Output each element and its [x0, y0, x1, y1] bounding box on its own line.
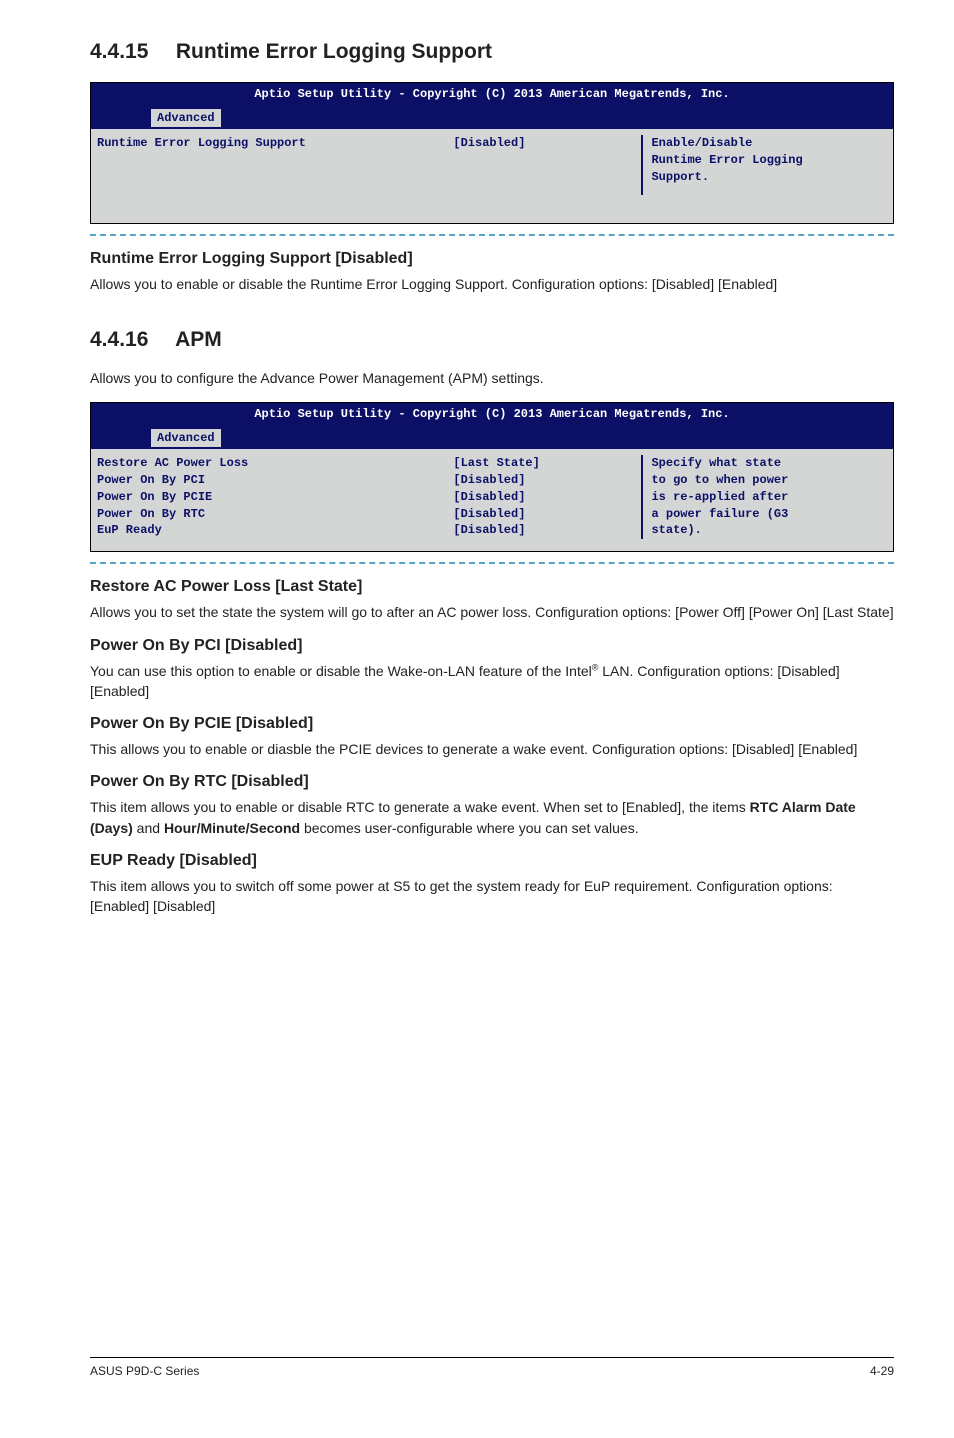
footer-right: 4-29 [870, 1364, 894, 1378]
bios-header-2: Aptio Setup Utility - Copyright (C) 2013… [91, 403, 893, 425]
bios-tab-row-2: Advanced [91, 425, 893, 447]
section-title-1: Runtime Error Logging Support [176, 40, 492, 63]
bios-box-1: Aptio Setup Utility - Copyright (C) 2013… [90, 82, 894, 224]
bios2-l0: Restore AC Power Loss [97, 455, 453, 472]
bios2-m2: [Disabled] [453, 489, 643, 506]
setting4-head: Power On By PCIE [Disabled] [90, 715, 894, 733]
bios2-m0: [Last State] [453, 455, 643, 472]
bios2-m3: [Disabled] [453, 506, 643, 523]
bios1-mid: [Disabled] [453, 135, 643, 152]
bios2-l4: EuP Ready [97, 522, 453, 539]
setting3-body: You can use this option to enable or dis… [90, 661, 894, 702]
bios2-help5: state). [651, 522, 889, 539]
bios2-help2: to go to when power [651, 472, 889, 489]
bios1-help2: Runtime Error Logging [651, 152, 889, 169]
section-heading-2: 4.4.16 APM [90, 328, 894, 352]
bios-tab-1: Advanced [151, 109, 221, 127]
bios2-l1: Power On By PCI [97, 472, 453, 489]
section-title-2: APM [175, 328, 222, 351]
bios-body-2: Restore AC Power Loss Power On By PCI Po… [91, 447, 893, 551]
setting4-body: This allows you to enable or diasble the… [90, 739, 894, 759]
setting1-head: Runtime Error Logging Support [Disabled] [90, 250, 894, 268]
setting6-head: EUP Ready [Disabled] [90, 852, 894, 870]
setting1-body: Allows you to enable or disable the Runt… [90, 274, 894, 294]
bios-tab-2: Advanced [151, 429, 221, 447]
bios-body-1: Runtime Error Logging Support [Disabled]… [91, 127, 893, 223]
setting2-head: Restore AC Power Loss [Last State] [90, 578, 894, 596]
setting2-body: Allows you to set the state the system w… [90, 602, 894, 622]
bios2-m4: [Disabled] [453, 522, 643, 539]
setting5-body-a: This item allows you to enable or disabl… [90, 799, 750, 815]
bios-tab-row-1: Advanced [91, 105, 893, 127]
bios-header-text-2: Aptio Setup Utility - Copyright (C) 2013… [162, 407, 822, 421]
section-num-2: 4.4.16 [90, 328, 170, 352]
setting5-bold2: Hour/Minute/Second [164, 820, 300, 836]
bios2-l3: Power On By RTC [97, 506, 453, 523]
section-heading-1: 4.4.15 Runtime Error Logging Support [90, 40, 894, 64]
bios2-m1: [Disabled] [453, 472, 643, 489]
bios2-help4: a power failure (G3 [651, 506, 889, 523]
bios-header-text-1: Aptio Setup Utility - Copyright (C) 2013… [162, 87, 822, 101]
footer-left: ASUS P9D-C Series [90, 1364, 199, 1378]
dashed-separator-2 [90, 562, 894, 564]
setting5-body-b: and [133, 820, 164, 836]
bios2-help3: is re-applied after [651, 489, 889, 506]
setting6-body: This item allows you to switch off some … [90, 876, 894, 917]
section-num-1: 4.4.15 [90, 40, 170, 64]
page-footer: ASUS P9D-C Series 4-29 [90, 1357, 894, 1378]
setting5-head: Power On By RTC [Disabled] [90, 773, 894, 791]
bios1-help3: Support. [651, 169, 889, 186]
bios-box-2: Aptio Setup Utility - Copyright (C) 2013… [90, 402, 894, 552]
bios2-help1: Specify what state [651, 455, 889, 472]
dashed-separator-1 [90, 234, 894, 236]
bios1-left: Runtime Error Logging Support [97, 135, 453, 152]
bios2-l2: Power On By PCIE [97, 489, 453, 506]
bios1-help1: Enable/Disable [651, 135, 889, 152]
setting5-body-c: becomes user-configurable where you can … [300, 820, 639, 836]
section2-intro: Allows you to configure the Advance Powe… [90, 370, 894, 386]
setting5-body: This item allows you to enable or disabl… [90, 797, 894, 838]
setting3-body-a: You can use this option to enable or dis… [90, 663, 592, 679]
bios-header-1: Aptio Setup Utility - Copyright (C) 2013… [91, 83, 893, 105]
setting3-head: Power On By PCI [Disabled] [90, 637, 894, 655]
